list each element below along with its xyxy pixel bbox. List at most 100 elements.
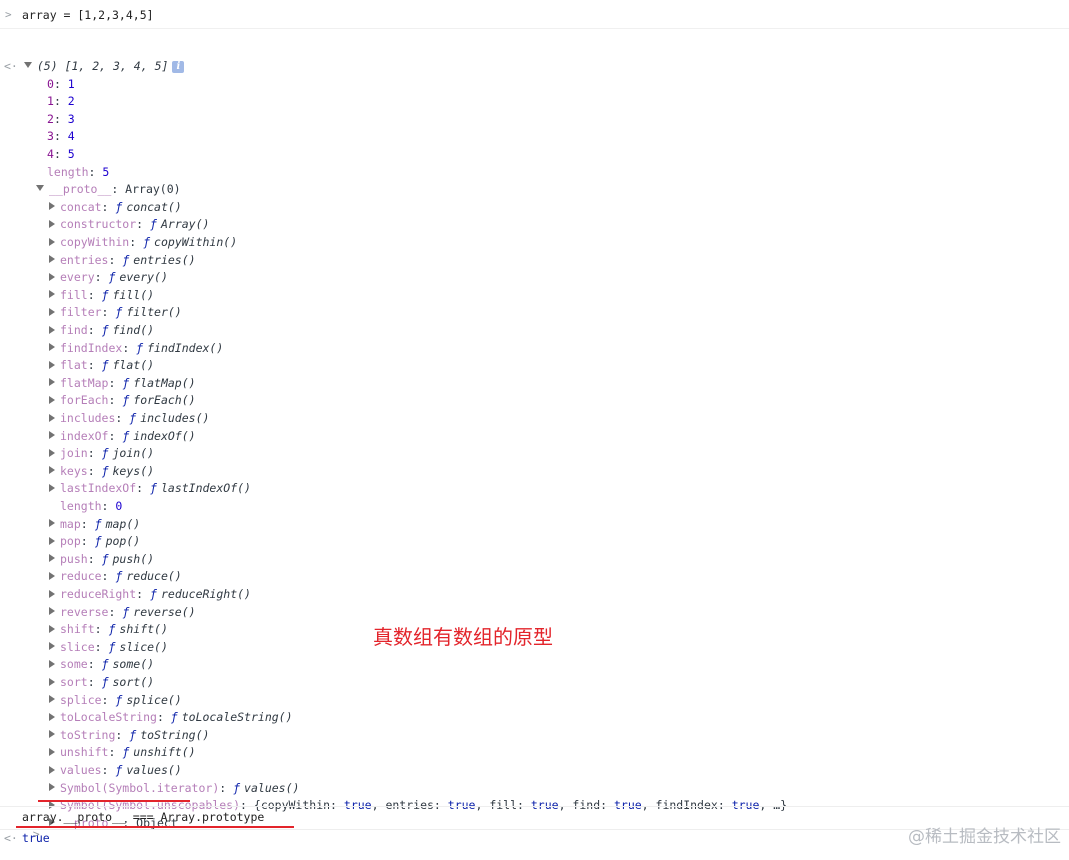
proto-method-row[interactable]: slice: ƒ slice() [49, 639, 168, 656]
expand-triangle-icon[interactable] [49, 730, 55, 739]
annotation-underline-proto [38, 800, 190, 802]
expand-triangle-icon[interactable] [49, 413, 55, 422]
method-key: find [60, 323, 88, 337]
expand-triangle-icon[interactable] [49, 466, 55, 475]
proto-method-row[interactable]: toLocaleString: ƒ toLocaleString() [49, 709, 293, 726]
expand-triangle-icon[interactable] [49, 325, 55, 334]
proto-method-row[interactable]: values: ƒ values() [49, 762, 182, 779]
element-index: 1 [47, 94, 54, 109]
function-symbol: ƒ [101, 657, 109, 672]
expand-triangle-icon[interactable] [49, 307, 55, 316]
expand-triangle-icon[interactable] [49, 483, 55, 492]
expand-triangle-icon[interactable] [49, 659, 55, 668]
expand-triangle-icon[interactable] [49, 783, 55, 792]
proto-method-row[interactable]: flat: ƒ flat() [49, 357, 154, 374]
expand-triangle-icon[interactable] [49, 624, 55, 633]
function-name: values() [126, 763, 182, 777]
proto-method-row[interactable]: join: ƒ join() [49, 445, 154, 462]
function-name: push() [112, 551, 155, 566]
function-name: concat() [126, 199, 182, 214]
expand-triangle-icon[interactable] [49, 255, 55, 264]
expand-triangle-icon[interactable] [49, 519, 55, 528]
proto-method-row[interactable]: filter: ƒ filter() [49, 304, 182, 321]
annotation-text: 真数组有数组的原型 [373, 625, 553, 649]
method-key: constructor [60, 217, 137, 232]
proto-method-row[interactable]: reduce: ƒ reduce() [49, 568, 182, 585]
expand-triangle-icon[interactable] [49, 290, 55, 299]
function-name: sort() [112, 675, 155, 689]
proto-method-row[interactable]: lastIndexOf: ƒ lastIndexOf() [49, 480, 251, 497]
proto-method-row[interactable]: sort: ƒ sort() [49, 674, 154, 691]
expand-triangle-icon[interactable] [49, 378, 55, 387]
array-element-row: 3: 4 [47, 128, 75, 145]
proto-method-row[interactable]: reverse: ƒ reverse() [49, 604, 196, 621]
proto-method-row[interactable]: find: ƒ find() [49, 322, 154, 339]
expand-triangle-icon[interactable] [49, 360, 55, 369]
function-name: findIndex() [147, 340, 224, 355]
collapse-triangle-icon[interactable] [36, 184, 44, 191]
colon: : [156, 710, 171, 725]
function-symbol: ƒ [136, 340, 144, 355]
expand-triangle-icon[interactable] [49, 677, 55, 686]
proto-method-row[interactable]: splice: ƒ splice() [49, 692, 182, 709]
proto-method-row[interactable]: flatMap: ƒ flatMap() [49, 375, 196, 392]
function-symbol: ƒ [129, 411, 137, 425]
function-symbol: ƒ [143, 235, 151, 249]
expand-triangle-icon[interactable] [49, 395, 55, 404]
expand-triangle-icon[interactable] [49, 431, 55, 440]
function-name: lastIndexOf() [160, 481, 251, 496]
expand-triangle-icon[interactable] [49, 695, 55, 704]
proto-row[interactable]: __proto__: Array(0) [36, 181, 181, 198]
proto-method-row[interactable]: some: ƒ some() [49, 656, 154, 673]
colon: : [53, 111, 68, 126]
expand-triangle-icon[interactable] [49, 219, 55, 228]
proto-method-row[interactable]: forEach: ƒ forEach() [49, 392, 196, 409]
info-icon[interactable]: i [172, 60, 185, 73]
proto-method-row[interactable]: reduceRight: ƒ reduceRight() [49, 586, 251, 603]
proto-method-row[interactable]: toString: ƒ toString() [49, 727, 209, 744]
proto-method-row[interactable]: shift: ƒ shift() [49, 621, 168, 638]
proto-method-row[interactable]: every: ƒ every() [49, 269, 168, 286]
proto-method-row[interactable]: includes: ƒ includes() [49, 410, 209, 427]
function-symbol: ƒ [122, 428, 130, 443]
proto-method-row[interactable]: entries: ƒ entries() [49, 252, 196, 269]
collapse-triangle-icon[interactable] [23, 61, 32, 68]
proto-method-row[interactable]: keys: ƒ keys() [49, 463, 154, 480]
colon: : [53, 129, 68, 144]
proto-method-row[interactable]: pop: ƒ pop() [49, 533, 140, 550]
colon: : [122, 340, 137, 355]
proto-method-row[interactable]: fill: ƒ fill() [49, 287, 154, 304]
proto-method-row[interactable]: concat: ƒ concat() [49, 199, 182, 216]
expand-triangle-icon[interactable] [49, 571, 55, 580]
length-value: 5 [102, 164, 110, 179]
expand-triangle-icon[interactable] [49, 712, 55, 721]
proto-method-row[interactable]: map: ƒ map() [49, 516, 140, 533]
function-name: find() [112, 323, 155, 337]
function-name: copyWithin() [154, 235, 238, 249]
expand-triangle-icon[interactable] [49, 765, 55, 774]
proto-method-row[interactable]: indexOf: ƒ indexOf() [49, 428, 196, 445]
proto-method-row[interactable]: push: ƒ push() [49, 551, 154, 568]
expand-triangle-icon[interactable] [49, 589, 55, 598]
colon: : [87, 675, 102, 689]
expand-triangle-icon[interactable] [49, 536, 55, 545]
proto-method-row[interactable]: Symbol(Symbol.iterator): ƒ values() [49, 780, 299, 797]
proto-method-row[interactable]: unshift: ƒ unshift() [49, 744, 196, 761]
proto-method-row[interactable]: constructor: ƒ Array() [49, 216, 209, 233]
proto-method-row[interactable]: copyWithin: ƒ copyWithin() [49, 234, 237, 251]
proto-method-row[interactable]: findIndex: ƒ findIndex() [49, 340, 223, 357]
function-symbol: ƒ [115, 305, 123, 320]
expand-triangle-icon[interactable] [49, 607, 55, 616]
expand-triangle-icon[interactable] [49, 642, 55, 651]
result-summary-row[interactable]: <· (5) [1, 2, 3, 4, 5] i [4, 58, 185, 75]
expand-triangle-icon[interactable] [49, 554, 55, 563]
expand-triangle-icon[interactable] [49, 237, 55, 246]
expand-triangle-icon[interactable] [49, 272, 55, 281]
method-key: indexOf [60, 428, 109, 443]
expand-triangle-icon[interactable] [49, 448, 55, 457]
expand-triangle-icon[interactable] [49, 747, 55, 756]
function-symbol: ƒ [122, 745, 130, 760]
expand-triangle-icon[interactable] [49, 202, 55, 211]
expand-triangle-icon[interactable] [49, 343, 55, 352]
function-name: values() [244, 780, 300, 795]
